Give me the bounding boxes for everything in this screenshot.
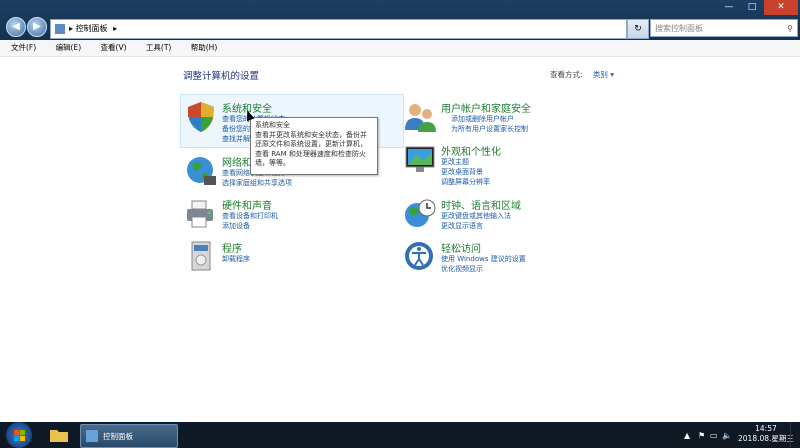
category-link[interactable]: 更改显示语言 bbox=[441, 221, 483, 231]
tray-chevron-icon[interactable]: ▲ bbox=[684, 431, 690, 440]
search-placeholder: 搜索控制面板 bbox=[655, 24, 703, 33]
category-title[interactable]: 外观和个性化 bbox=[441, 143, 501, 158]
menu-view[interactable]: 查看(V) bbox=[101, 43, 127, 52]
category-title[interactable]: 程序 bbox=[222, 240, 242, 255]
main-content: 调整计算机的设置 查看方式: 类别 ▾ 系统和安全 查看您的计算机状态 备份您的… bbox=[0, 57, 800, 422]
tooltip-body: 查看并更改系统和安全状态，备份并还原文件和系统设置，更新计算机，查看 RAM 和… bbox=[255, 130, 367, 168]
taskbar-control-panel[interactable]: 控制面板 bbox=[80, 424, 178, 448]
show-desktop-button[interactable] bbox=[790, 422, 800, 448]
address-path[interactable]: 控制面板 bbox=[76, 24, 108, 33]
view-by-dropdown[interactable]: 类别 ▾ bbox=[593, 70, 614, 79]
clock-date: 2018.08.星期三 bbox=[738, 434, 794, 443]
printer-icon bbox=[187, 200, 213, 228]
search-icon: ⚲ bbox=[787, 24, 793, 33]
users-icon bbox=[405, 104, 436, 132]
tooltip: 系统和安全 查看并更改系统和安全状态，备份并还原文件和系统设置，更新计算机，查看… bbox=[250, 117, 378, 175]
category-title[interactable]: 硬件和声音 bbox=[222, 197, 272, 212]
taskbar-explorer[interactable] bbox=[44, 424, 74, 446]
clock[interactable]: 14:57 2018.08.星期三 bbox=[738, 424, 794, 444]
view-by: 查看方式: 类别 ▾ bbox=[550, 69, 614, 80]
category-title[interactable]: 用户帐户和家庭安全 bbox=[441, 100, 531, 115]
volume-icon[interactable]: 🔈 bbox=[722, 431, 732, 440]
category-link[interactable]: 选择家庭组和共享选项 bbox=[222, 178, 292, 188]
search-input[interactable]: 搜索控制面板 ⚲ bbox=[650, 19, 798, 37]
monitor-icon bbox=[405, 146, 435, 172]
minimize-button[interactable]: — bbox=[718, 0, 740, 15]
clock-time: 14:57 bbox=[755, 424, 777, 433]
globe-network-icon bbox=[187, 157, 216, 185]
category-link[interactable]: 卸载程序 bbox=[222, 254, 250, 264]
start-button[interactable] bbox=[6, 422, 32, 448]
category-link[interactable]: 优化视频显示 bbox=[441, 264, 483, 274]
title-bar: — □ ✕ ◀ ▶ ▸ 控制面板 ▸ ↻ 搜索控制面板 ⚲ bbox=[0, 0, 800, 40]
menu-tools[interactable]: 工具(T) bbox=[146, 43, 171, 52]
control-panel-icon bbox=[86, 430, 98, 442]
forward-button[interactable]: ▶ bbox=[27, 17, 47, 37]
category-link[interactable]: 使用 Windows 建议的设置 bbox=[441, 254, 526, 264]
control-panel-window: — □ ✕ ◀ ▶ ▸ 控制面板 ▸ ↻ 搜索控制面板 ⚲ 文件(F) 编辑(E… bbox=[0, 0, 800, 422]
menu-edit[interactable]: 编辑(E) bbox=[56, 43, 82, 52]
folder-icon bbox=[50, 430, 68, 442]
address-bar[interactable]: ▸ 控制面板 ▸ bbox=[50, 19, 627, 39]
category-link[interactable]: 更改桌面背景 bbox=[441, 167, 483, 177]
category-link[interactable]: 添加或删除用户帐户 bbox=[441, 114, 514, 124]
page-title: 调整计算机的设置 bbox=[183, 71, 260, 82]
category-link[interactable]: 查看设备和打印机 bbox=[222, 211, 278, 221]
menu-help[interactable]: 帮助(H) bbox=[191, 43, 218, 52]
taskbar: 控制面板 ▲ ⚑ ▭ 🔈 14:57 2018.08.星期三 bbox=[0, 422, 800, 448]
category-link[interactable]: 添加设备 bbox=[222, 221, 250, 231]
network-icon[interactable]: ▭ bbox=[710, 431, 718, 440]
address-separator: ▸ bbox=[69, 24, 74, 33]
view-by-label: 查看方式: bbox=[550, 70, 583, 79]
address-separator: ▸ bbox=[113, 24, 118, 33]
taskbar-label: 控制面板 bbox=[103, 432, 133, 441]
category-link[interactable]: 为所有用户设置家长控制 bbox=[441, 124, 528, 134]
control-panel-icon bbox=[55, 23, 65, 34]
refresh-button[interactable]: ↻ bbox=[627, 19, 649, 39]
shield-icon bbox=[188, 102, 214, 132]
menu-file[interactable]: 文件(F) bbox=[11, 43, 36, 52]
category-link[interactable]: 更改键盘或其他输入法 bbox=[441, 211, 511, 221]
category-link[interactable]: 更改主题 bbox=[441, 157, 469, 167]
close-button[interactable]: ✕ bbox=[764, 0, 798, 15]
category-link[interactable]: 调整屏幕分辨率 bbox=[441, 177, 490, 187]
ease-of-access-icon bbox=[405, 242, 433, 270]
tooltip-title: 系统和安全 bbox=[255, 121, 290, 129]
maximize-button[interactable]: □ bbox=[741, 0, 763, 15]
flag-icon[interactable]: ⚑ bbox=[698, 431, 705, 440]
clock-globe-icon bbox=[405, 199, 436, 227]
programs-icon bbox=[191, 241, 211, 271]
back-button[interactable]: ◀ bbox=[6, 17, 26, 37]
category-title[interactable]: 轻松访问 bbox=[441, 240, 481, 255]
menu-bar: 文件(F) 编辑(E) 查看(V) 工具(T) 帮助(H) bbox=[0, 40, 800, 57]
category-title[interactable]: 时钟、语言和区域 bbox=[441, 197, 521, 212]
